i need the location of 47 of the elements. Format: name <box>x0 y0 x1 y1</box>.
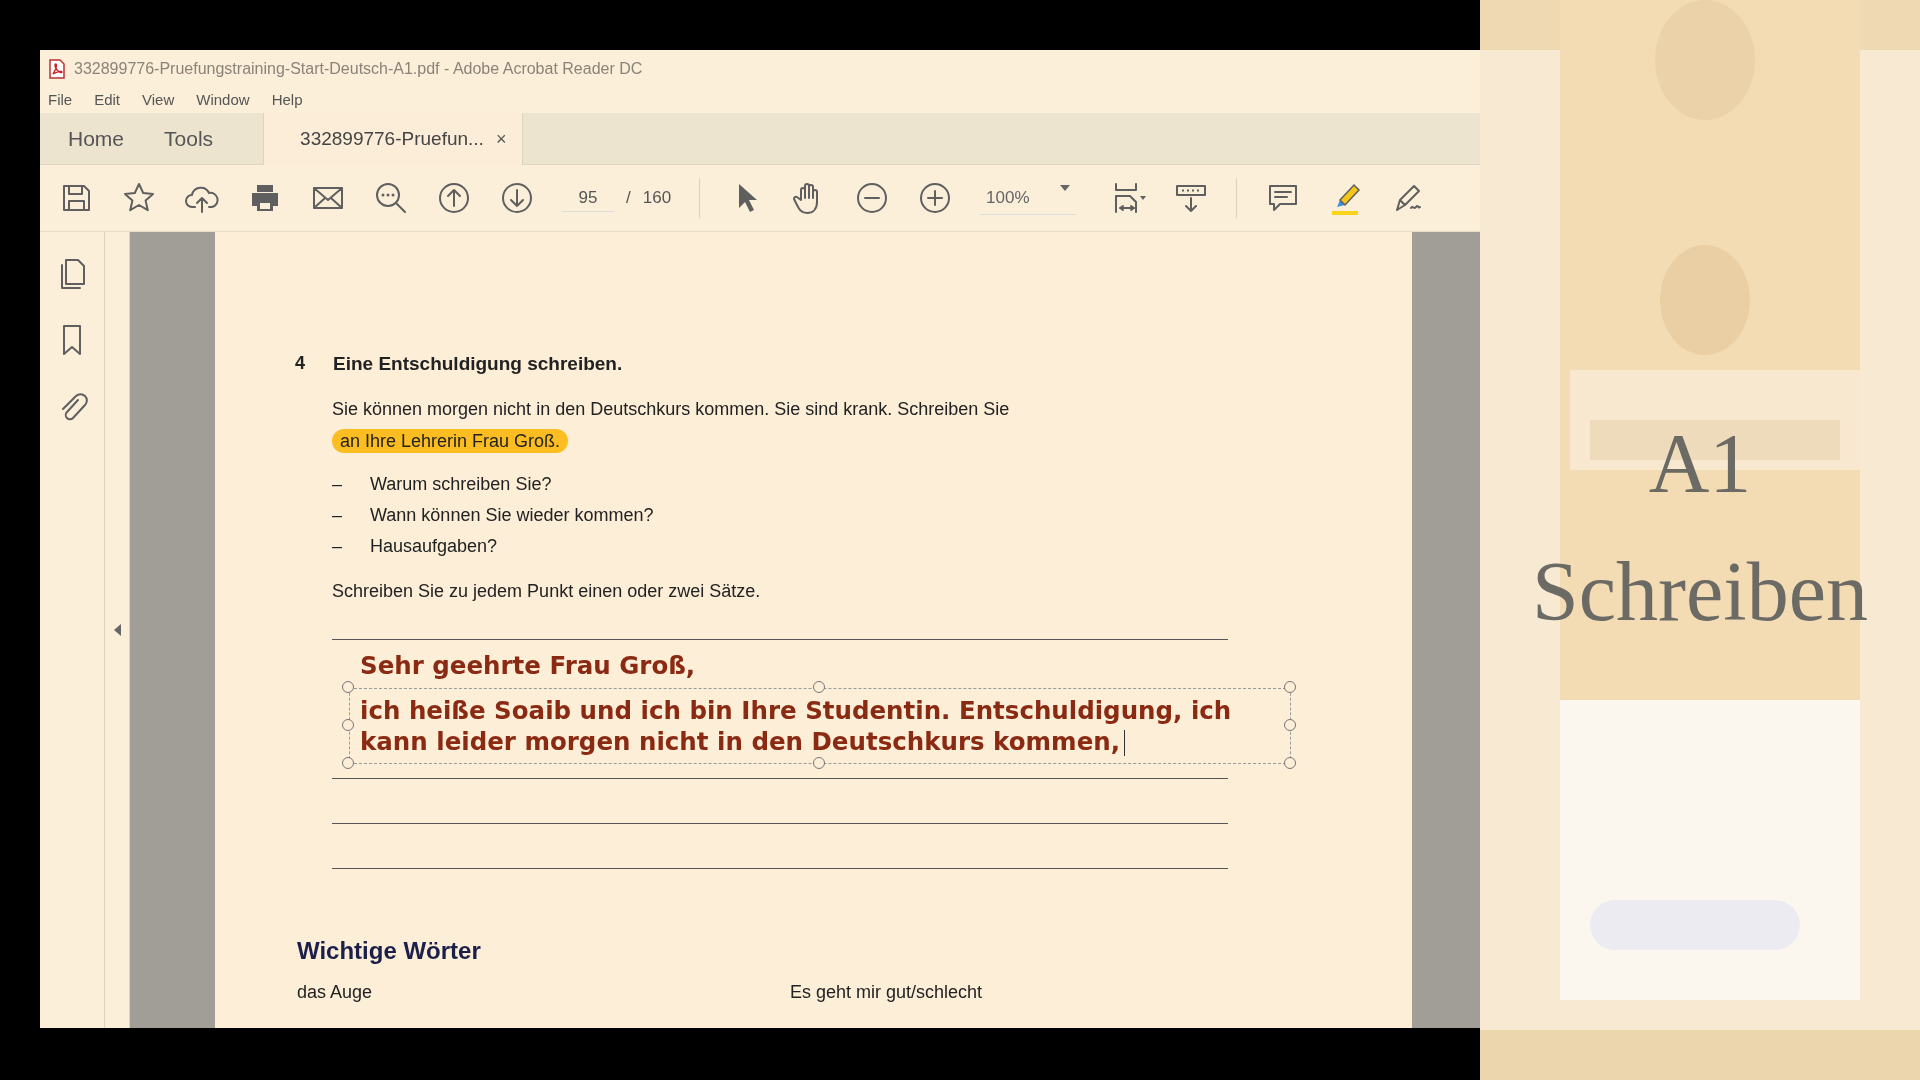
collapse-arrow-icon[interactable] <box>113 624 121 636</box>
annotation-line: kann leider morgen nicht in den Deutschkurs kommen, <box>360 727 1120 757</box>
menu-item[interactable]: Window <box>196 89 250 112</box>
bullet-dash: – <box>332 534 343 558</box>
vocabulary-word: Es geht mir gut/schlecht <box>790 981 983 1005</box>
bullet-text: Warum schreiben Sie? <box>370 472 552 496</box>
instruction-text: Sie können morgen nicht in den Deutschkurs kommen. Sie sind krank. Schreiben Sie an Ihre Lehrerin Frau Groß. <box>332 397 1011 455</box>
vocabulary-word: das Auge <box>297 981 374 1005</box>
resize-handle[interactable] <box>342 681 354 694</box>
bullet-dash: – <box>332 503 343 527</box>
annotation-line: ich heiße Soaib und ich bin Ihre Studentin. Entschuldigung, ich <box>360 696 1232 726</box>
page-number-field[interactable]: 95 <box>562 183 614 213</box>
bullet-text: Hausaufgaben? <box>370 534 498 558</box>
resize-handle[interactable] <box>342 757 354 770</box>
page-count: 160 <box>642 187 672 210</box>
resize-handle[interactable] <box>1284 681 1296 694</box>
tab[interactable]: Home <box>48 113 145 165</box>
resize-handle[interactable] <box>1284 757 1296 770</box>
menu-item[interactable]: Edit <box>94 89 121 112</box>
overlay-title: Schreiben <box>1531 544 1869 640</box>
caret-icon[interactable] <box>1060 184 1071 191</box>
bullet-text: Wann können Sie wieder kommen? <box>370 503 654 527</box>
bullet-dash: – <box>332 472 343 496</box>
resize-handle[interactable] <box>813 681 825 694</box>
instruction-text: Schreiben Sie zu jedem Punkt einen oder zwei Sätze. <box>332 579 762 603</box>
menu-item[interactable]: View <box>142 89 175 112</box>
section-title: Wichtige Wörter <box>297 936 482 967</box>
text-cursor <box>1124 730 1125 757</box>
greeting-text: Sehr geehrte Frau Groß, <box>360 649 697 682</box>
resize-handle[interactable] <box>1284 719 1296 732</box>
resize-handle[interactable] <box>813 757 825 770</box>
search-icon[interactable] <box>373 180 409 216</box>
page-separator: / <box>626 187 631 210</box>
menu-item[interactable]: File <box>48 89 73 112</box>
tab[interactable]: 332899776-Pruefun... × <box>263 113 524 165</box>
zoom-field[interactable]: 100% <box>980 180 1077 216</box>
overlay-title: A1 <box>1647 416 1753 512</box>
pdf-file-icon[interactable] <box>48 59 66 79</box>
tab[interactable]: Tools <box>144 113 234 165</box>
window-title: 332899776-Pruefungstraining-Start-Deutsch-A1.pdf - Adobe Acrobat Reader DC <box>74 59 643 79</box>
menu-item[interactable]: Help <box>271 89 303 112</box>
resize-handle[interactable] <box>342 719 354 732</box>
next-page-icon[interactable] <box>499 180 535 216</box>
task-title: Eine Entschuldigung schreiben. <box>333 352 623 376</box>
previous-page-icon[interactable] <box>436 180 472 216</box>
close-button[interactable]: × <box>495 125 507 153</box>
task-number: 4 <box>295 352 306 375</box>
